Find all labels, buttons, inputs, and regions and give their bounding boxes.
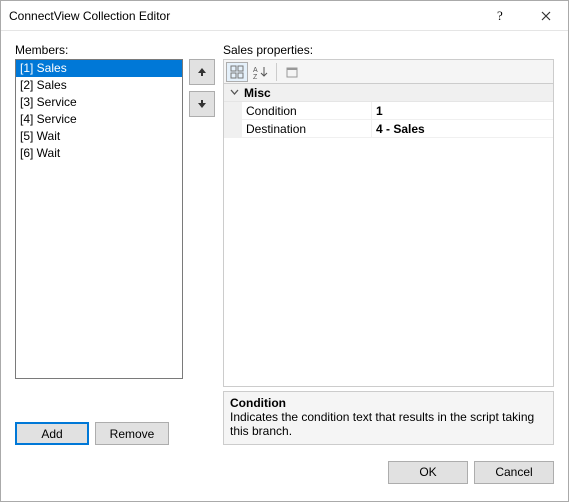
property-name: Destination [242,120,372,137]
properties-panel: Sales properties: AZ [223,43,554,445]
list-item[interactable]: [2] Sales [16,77,182,94]
dialog-content: Members: [1] Sales[2] Sales[3] Service[4… [1,31,568,455]
description-text: Indicates the condition text that result… [230,410,547,438]
members-panel: Members: [1] Sales[2] Sales[3] Service[4… [15,43,215,445]
property-category[interactable]: Misc [224,84,553,102]
svg-text:Z: Z [253,74,258,79]
chevron-down-icon [228,88,240,97]
list-item[interactable]: [3] Service [16,94,182,111]
move-up-button[interactable] [189,59,215,85]
property-pages-button[interactable] [281,62,303,82]
categorized-button[interactable] [226,62,248,82]
list-item[interactable]: [4] Service [16,111,182,128]
property-name: Condition [242,102,372,119]
property-grid[interactable]: Misc Condition1Destination4 - Sales [223,83,554,387]
property-row[interactable]: Condition1 [224,102,553,120]
add-button[interactable]: Add [15,422,89,445]
cancel-button[interactable]: Cancel [474,461,554,484]
properties-label: Sales properties: [223,43,554,57]
arrow-up-icon [197,67,207,77]
move-down-button[interactable] [189,91,215,117]
list-item[interactable]: [5] Wait [16,128,182,145]
remove-button[interactable]: Remove [95,422,169,445]
titlebar: ConnectView Collection Editor ? [1,1,568,31]
alphabetical-button[interactable]: AZ [250,62,272,82]
dialog-window: ConnectView Collection Editor ? Members:… [0,0,569,502]
ok-button[interactable]: OK [388,461,468,484]
members-listbox[interactable]: [1] Sales[2] Sales[3] Service[4] Service… [15,59,183,379]
svg-text:A: A [253,67,258,74]
property-row[interactable]: Destination4 - Sales [224,120,553,138]
close-button[interactable] [523,1,568,30]
toolbar-separator [276,63,277,81]
categorized-icon [230,65,244,79]
property-grid-toolbar: AZ [223,59,554,83]
property-value[interactable]: 4 - Sales [372,120,553,137]
arrow-down-icon [197,99,207,109]
description-title: Condition [230,396,547,410]
list-item[interactable]: [6] Wait [16,145,182,162]
alphabetical-icon: AZ [253,65,269,79]
window-title: ConnectView Collection Editor [9,9,478,23]
category-label: Misc [244,86,271,100]
help-button[interactable]: ? [478,1,523,30]
svg-text:?: ? [497,9,503,23]
reorder-buttons [189,59,215,414]
description-panel: Condition Indicates the condition text t… [223,391,554,445]
property-pages-icon [285,65,299,79]
list-item[interactable]: [1] Sales [16,60,182,77]
property-value[interactable]: 1 [372,102,553,119]
members-label: Members: [15,43,215,57]
dialog-footer: OK Cancel [1,455,568,501]
